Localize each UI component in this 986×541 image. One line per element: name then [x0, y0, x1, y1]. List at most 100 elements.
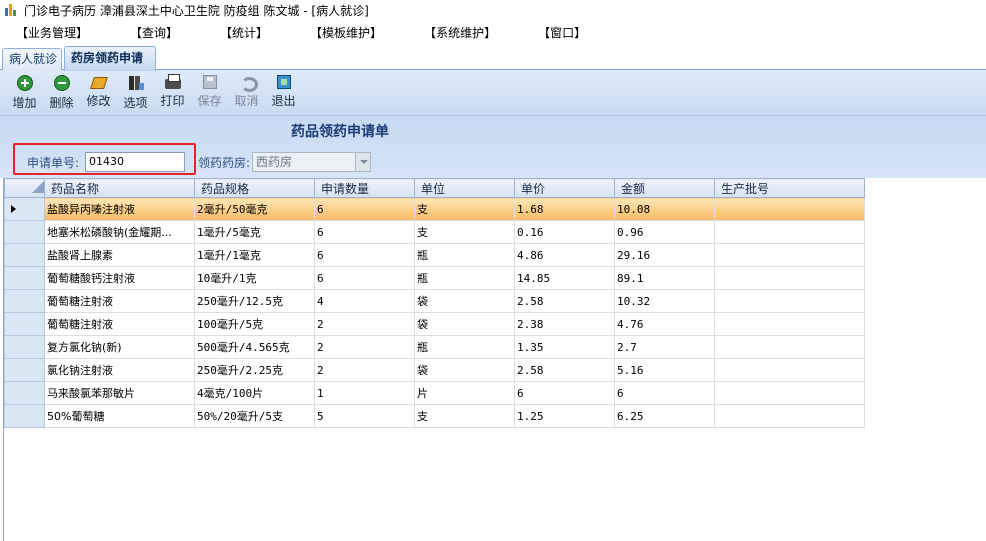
delete-button[interactable]: 删除	[43, 70, 80, 116]
table-row[interactable]: 葡萄糖注射液 250毫升/12.5克 4 袋 2.58 10.32	[4, 289, 865, 313]
table-cell[interactable]: 6	[314, 220, 415, 244]
table-row[interactable]: 马来酸氯苯那敏片 4毫克/100片 1 片 6 6	[4, 381, 865, 405]
column-header[interactable]: 药品名称	[44, 178, 195, 198]
table-cell[interactable]: 6	[314, 197, 415, 221]
table-row[interactable]: 50%葡萄糖 50%/20毫升/5支 5 支 1.25 6.25	[4, 404, 865, 428]
table-cell[interactable]: 袋	[414, 312, 515, 336]
table-cell[interactable]: 1毫升/1毫克	[194, 243, 315, 267]
table-cell[interactable]: 支	[414, 220, 515, 244]
table-cell[interactable]: 10.32	[614, 289, 715, 313]
table-cell[interactable]: 500毫升/4.565克	[194, 335, 315, 359]
column-header[interactable]: 金额	[614, 178, 715, 198]
row-header[interactable]	[4, 335, 45, 359]
table-cell[interactable]: 5.16	[614, 358, 715, 382]
table-cell[interactable]: 250毫升/12.5克	[194, 289, 315, 313]
table-cell[interactable]: 0.16	[514, 220, 615, 244]
table-cell[interactable]: 2.58	[514, 289, 615, 313]
table-cell[interactable]: 10.08	[614, 197, 715, 221]
table-cell[interactable]: 6	[614, 381, 715, 405]
table-cell[interactable]	[714, 220, 865, 244]
table-cell[interactable]	[714, 404, 865, 428]
table-cell[interactable]: 2	[314, 335, 415, 359]
table-cell[interactable]: 2.38	[514, 312, 615, 336]
table-cell[interactable]: 2毫升/50毫克	[194, 197, 315, 221]
save-button[interactable]: 保存	[191, 70, 228, 116]
row-header[interactable]	[4, 404, 45, 428]
options-button[interactable]: 选项	[117, 70, 154, 116]
table-cell[interactable]: 4.86	[514, 243, 615, 267]
table-row[interactable]: 盐酸异丙嗪注射液 2毫升/50毫克 6 支 1.68 10.08	[4, 197, 865, 221]
table-cell[interactable]: 氯化钠注射液	[44, 358, 195, 382]
column-header[interactable]: 单位	[414, 178, 515, 198]
table-cell[interactable]: 2.58	[514, 358, 615, 382]
table-cell[interactable]	[714, 381, 865, 405]
table-cell[interactable]: 2.7	[614, 335, 715, 359]
row-header[interactable]	[4, 197, 45, 221]
table-cell[interactable]: 盐酸异丙嗪注射液	[44, 197, 195, 221]
table-cell[interactable]: 瓶	[414, 335, 515, 359]
table-cell[interactable]: 6	[514, 381, 615, 405]
column-header[interactable]: 申请数量	[314, 178, 415, 198]
column-header[interactable]: 单价	[514, 178, 615, 198]
table-row[interactable]: 葡萄糖注射液 100毫升/5克 2 袋 2.38 4.76	[4, 312, 865, 336]
table-cell[interactable]: 250毫升/2.25克	[194, 358, 315, 382]
menu-business[interactable]: 【业务管理】	[12, 21, 92, 44]
print-button[interactable]: 打印	[154, 70, 191, 116]
table-cell[interactable]: 0.96	[614, 220, 715, 244]
table-cell[interactable]: 瓶	[414, 266, 515, 290]
table-cell[interactable]: 6	[314, 266, 415, 290]
table-cell[interactable]: 瓶	[414, 243, 515, 267]
table-row[interactable]: 盐酸肾上腺素 1毫升/1毫克 6 瓶 4.86 29.16	[4, 243, 865, 267]
table-cell[interactable]	[714, 358, 865, 382]
table-cell[interactable]: 50%葡萄糖	[44, 404, 195, 428]
chevron-down-icon[interactable]	[355, 153, 370, 171]
table-cell[interactable]	[714, 312, 865, 336]
table-cell[interactable]: 片	[414, 381, 515, 405]
table-cell[interactable]: 1.25	[514, 404, 615, 428]
table-cell[interactable]: 袋	[414, 358, 515, 382]
table-cell[interactable]: 4毫克/100片	[194, 381, 315, 405]
table-row[interactable]: 复方氯化钠(新) 500毫升/4.565克 2 瓶 1.35 2.7	[4, 335, 865, 359]
table-cell[interactable]: 6	[314, 243, 415, 267]
table-cell[interactable]: 支	[414, 197, 515, 221]
column-header[interactable]: 药品规格	[194, 178, 315, 198]
table-cell[interactable]: 4	[314, 289, 415, 313]
table-cell[interactable]: 1.68	[514, 197, 615, 221]
table-cell[interactable]: 5	[314, 404, 415, 428]
table-cell[interactable]: 50%/20毫升/5支	[194, 404, 315, 428]
exit-button[interactable]: 退出	[265, 70, 302, 116]
request-no-input[interactable]: 01430	[85, 152, 185, 172]
menu-system[interactable]: 【系统维护】	[420, 21, 500, 44]
table-cell[interactable]: 复方氯化钠(新)	[44, 335, 195, 359]
table-cell[interactable]: 14.85	[514, 266, 615, 290]
tab-patient-visit[interactable]: 病人就诊	[2, 48, 62, 70]
column-header[interactable]: 生产批号	[714, 178, 865, 198]
menu-query[interactable]: 【查询】	[126, 21, 182, 44]
table-cell[interactable]: 1	[314, 381, 415, 405]
table-cell[interactable]: 葡萄糖注射液	[44, 289, 195, 313]
table-cell[interactable]: 盐酸肾上腺素	[44, 243, 195, 267]
tab-pharmacy-request[interactable]: 药房领药申请	[64, 46, 156, 71]
table-cell[interactable]: 4.76	[614, 312, 715, 336]
table-row[interactable]: 氯化钠注射液 250毫升/2.25克 2 袋 2.58 5.16	[4, 358, 865, 382]
table-cell[interactable]	[714, 243, 865, 267]
row-header[interactable]	[4, 358, 45, 382]
menu-template[interactable]: 【模板维护】	[306, 21, 386, 44]
table-cell[interactable]: 89.1	[614, 266, 715, 290]
table-row[interactable]: 葡萄糖酸钙注射液 10毫升/1克 6 瓶 14.85 89.1	[4, 266, 865, 290]
row-header[interactable]	[4, 312, 45, 336]
table-cell[interactable]	[714, 197, 865, 221]
cancel-button[interactable]: 取消	[228, 70, 265, 116]
table-cell[interactable]: 1毫升/5毫克	[194, 220, 315, 244]
row-header[interactable]	[4, 381, 45, 405]
table-cell[interactable]: 葡萄糖注射液	[44, 312, 195, 336]
menu-statistics[interactable]: 【统计】	[216, 21, 272, 44]
table-cell[interactable]: 29.16	[614, 243, 715, 267]
table-cell[interactable]	[714, 289, 865, 313]
table-cell[interactable]: 支	[414, 404, 515, 428]
menu-window[interactable]: 【窗口】	[534, 21, 590, 44]
table-cell[interactable]: 6.25	[614, 404, 715, 428]
table-cell[interactable]	[714, 266, 865, 290]
table-cell[interactable]: 1.35	[514, 335, 615, 359]
row-header[interactable]	[4, 289, 45, 313]
